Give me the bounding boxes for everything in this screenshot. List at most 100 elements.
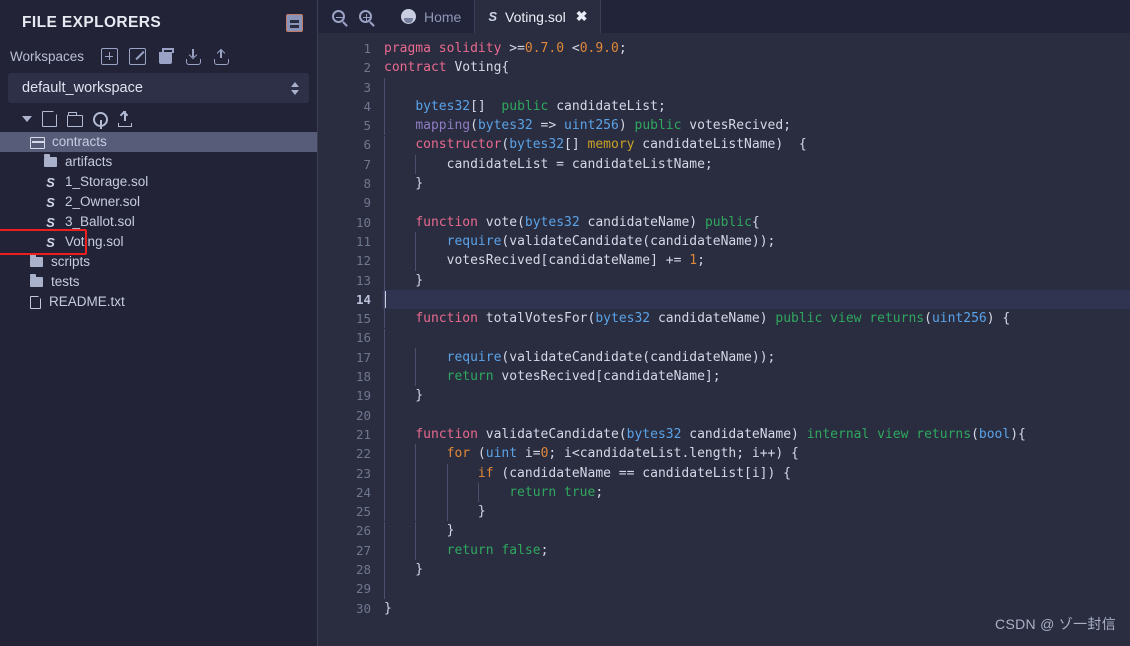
code-line[interactable]: candidateList = candidateListName; — [382, 155, 1130, 174]
tree-item-voting-sol[interactable]: S Voting.sol — [0, 232, 317, 252]
new-file-icon[interactable] — [42, 110, 58, 127]
code-line[interactable]: bytes32[] public candidateList; — [382, 97, 1130, 116]
code-line[interactable]: return false; — [382, 541, 1130, 560]
code-line[interactable] — [382, 78, 1130, 97]
indent-guide — [384, 502, 385, 522]
code-line[interactable]: require(validateCandidate(candidateName)… — [382, 232, 1130, 251]
code-line[interactable] — [382, 579, 1130, 598]
code-line[interactable]: } — [382, 386, 1130, 405]
code-line[interactable] — [382, 406, 1130, 425]
indent-guide — [384, 386, 385, 406]
code-line[interactable]: } — [382, 271, 1130, 290]
indent-guide — [384, 232, 385, 252]
publish-upload-icon[interactable] — [118, 110, 133, 127]
folder-open-icon — [30, 137, 45, 149]
indent-guide — [384, 270, 385, 290]
line-number: 21 — [355, 426, 371, 442]
magnifier-minus-icon[interactable] — [332, 10, 345, 23]
line-number: 14 — [355, 291, 371, 307]
code-line[interactable]: contract Voting{ — [382, 58, 1130, 77]
code-line[interactable]: constructor(bytes32[] memory candidateLi… — [382, 135, 1130, 154]
magnifier-plus-icon[interactable] — [359, 10, 372, 23]
code-line[interactable]: } — [382, 560, 1130, 579]
code-line[interactable]: if (candidateName == candidateList[i]) { — [382, 464, 1130, 483]
code-line[interactable]: mapping(bytes32 => uint256) public votes… — [382, 116, 1130, 135]
indent-guide — [384, 309, 385, 329]
tree-item-2-owner-sol[interactable]: S 2_Owner.sol — [0, 192, 317, 212]
code-line[interactable]: return votesRecived[candidateName]; — [382, 367, 1130, 386]
solidity-icon: S — [488, 9, 498, 24]
line-number: 28 — [355, 562, 371, 578]
line-number: 26 — [355, 523, 371, 539]
line-number: 10 — [355, 214, 371, 230]
indent-guide — [415, 463, 417, 483]
tree-item-contracts[interactable]: contracts — [0, 132, 317, 152]
tray-download-icon[interactable] — [185, 48, 202, 65]
solidity-icon: S — [46, 174, 55, 190]
caret-down-icon[interactable] — [22, 116, 32, 122]
folder-icon — [30, 274, 43, 287]
indent-guide — [384, 463, 385, 483]
line-number: 4 — [363, 98, 371, 114]
tree-item-label: artifacts — [65, 154, 113, 170]
plus-square-icon[interactable] — [101, 48, 119, 65]
trash-icon[interactable] — [157, 48, 174, 65]
line-number: 24 — [355, 484, 371, 500]
tree-item-tests[interactable]: tests — [0, 272, 317, 292]
tab-voting-sol[interactable]: S Voting.sol ✖ — [474, 0, 602, 33]
git-icon[interactable] — [93, 111, 108, 129]
tree-item-label: 2_Owner.sol — [65, 194, 141, 210]
indent-guide — [446, 463, 448, 483]
line-number-gutter: 1 2 3 4 5 6 7 8 9 10 11 12 13 14 15 16 17 18 19 20 21 22 23 24 2… — [318, 33, 382, 646]
indent-guide — [384, 579, 385, 599]
tab-voting-sol-label: Voting.sol — [505, 8, 566, 25]
code-line[interactable] — [382, 289, 1130, 310]
code-line[interactable] — [382, 328, 1130, 347]
indent-guide — [384, 347, 385, 368]
indent-guide — [384, 193, 385, 213]
new-folder-icon[interactable] — [67, 111, 83, 127]
code-line[interactable]: } — [382, 521, 1130, 540]
code-line[interactable]: } — [382, 502, 1130, 521]
line-number: 16 — [355, 330, 371, 346]
code-line[interactable]: require(validateCandidate(candidateName)… — [382, 348, 1130, 367]
solidity-icon: S — [46, 214, 55, 230]
indent-guide — [384, 96, 385, 117]
pencil-square-icon[interactable] — [129, 48, 147, 65]
code-line[interactable]: for (uint i=0; i<candidateList.length; i… — [382, 444, 1130, 463]
remix-ide-window: FILE EXPLORERS Workspaces default_worksp… — [0, 0, 1130, 646]
line-number: 22 — [355, 446, 371, 462]
code-line[interactable]: } — [382, 174, 1130, 193]
code-area[interactable]: 1 2 3 4 5 6 7 8 9 10 11 12 13 14 15 16 17 18 19 20 21 22 23 24 2… — [318, 33, 1130, 646]
code-line[interactable]: return true; — [382, 483, 1130, 502]
tray-upload-icon[interactable] — [213, 48, 230, 65]
code-line[interactable]: votesRecived[candidateName] += 1; — [382, 251, 1130, 270]
indent-guide — [384, 444, 385, 464]
tree-item-readme-txt[interactable]: README.txt — [0, 292, 317, 312]
indent-guide — [384, 328, 385, 348]
indent-guide — [384, 560, 385, 580]
tree-item-scripts[interactable]: scripts — [0, 252, 317, 272]
code-line[interactable] — [382, 193, 1130, 212]
line-number: 13 — [355, 272, 371, 288]
line-number: 5 — [363, 118, 371, 134]
close-icon[interactable]: ✖ — [576, 8, 588, 25]
workspace-select[interactable]: default_workspace — [8, 73, 309, 103]
code-line[interactable]: function totalVotesFor(bytes32 candidate… — [382, 309, 1130, 328]
indent-guide — [415, 251, 417, 271]
book-panel-icon[interactable] — [286, 14, 303, 32]
code-content[interactable]: pragma solidity >=0.7.0 <0.9.0; contract … — [382, 33, 1130, 646]
tree-item-label: tests — [51, 274, 80, 290]
tab-home[interactable]: Home — [388, 0, 474, 33]
indent-guide — [384, 521, 385, 541]
line-number: 19 — [355, 388, 371, 404]
tree-item-3-ballot-sol[interactable]: S 3_Ballot.sol — [0, 212, 317, 232]
code-line[interactable]: function vote(bytes32 candidateName) pub… — [382, 213, 1130, 232]
tree-item-artifacts[interactable]: artifacts — [0, 152, 317, 172]
tree-item-label: scripts — [51, 254, 91, 270]
workspaces-label: Workspaces — [10, 49, 85, 64]
indent-guide — [415, 444, 417, 464]
code-line[interactable]: pragma solidity >=0.7.0 <0.9.0; — [382, 39, 1130, 58]
code-line[interactable]: function validateCandidate(bytes32 candi… — [382, 425, 1130, 444]
tree-item-1-storage-sol[interactable]: S 1_Storage.sol — [0, 172, 317, 192]
